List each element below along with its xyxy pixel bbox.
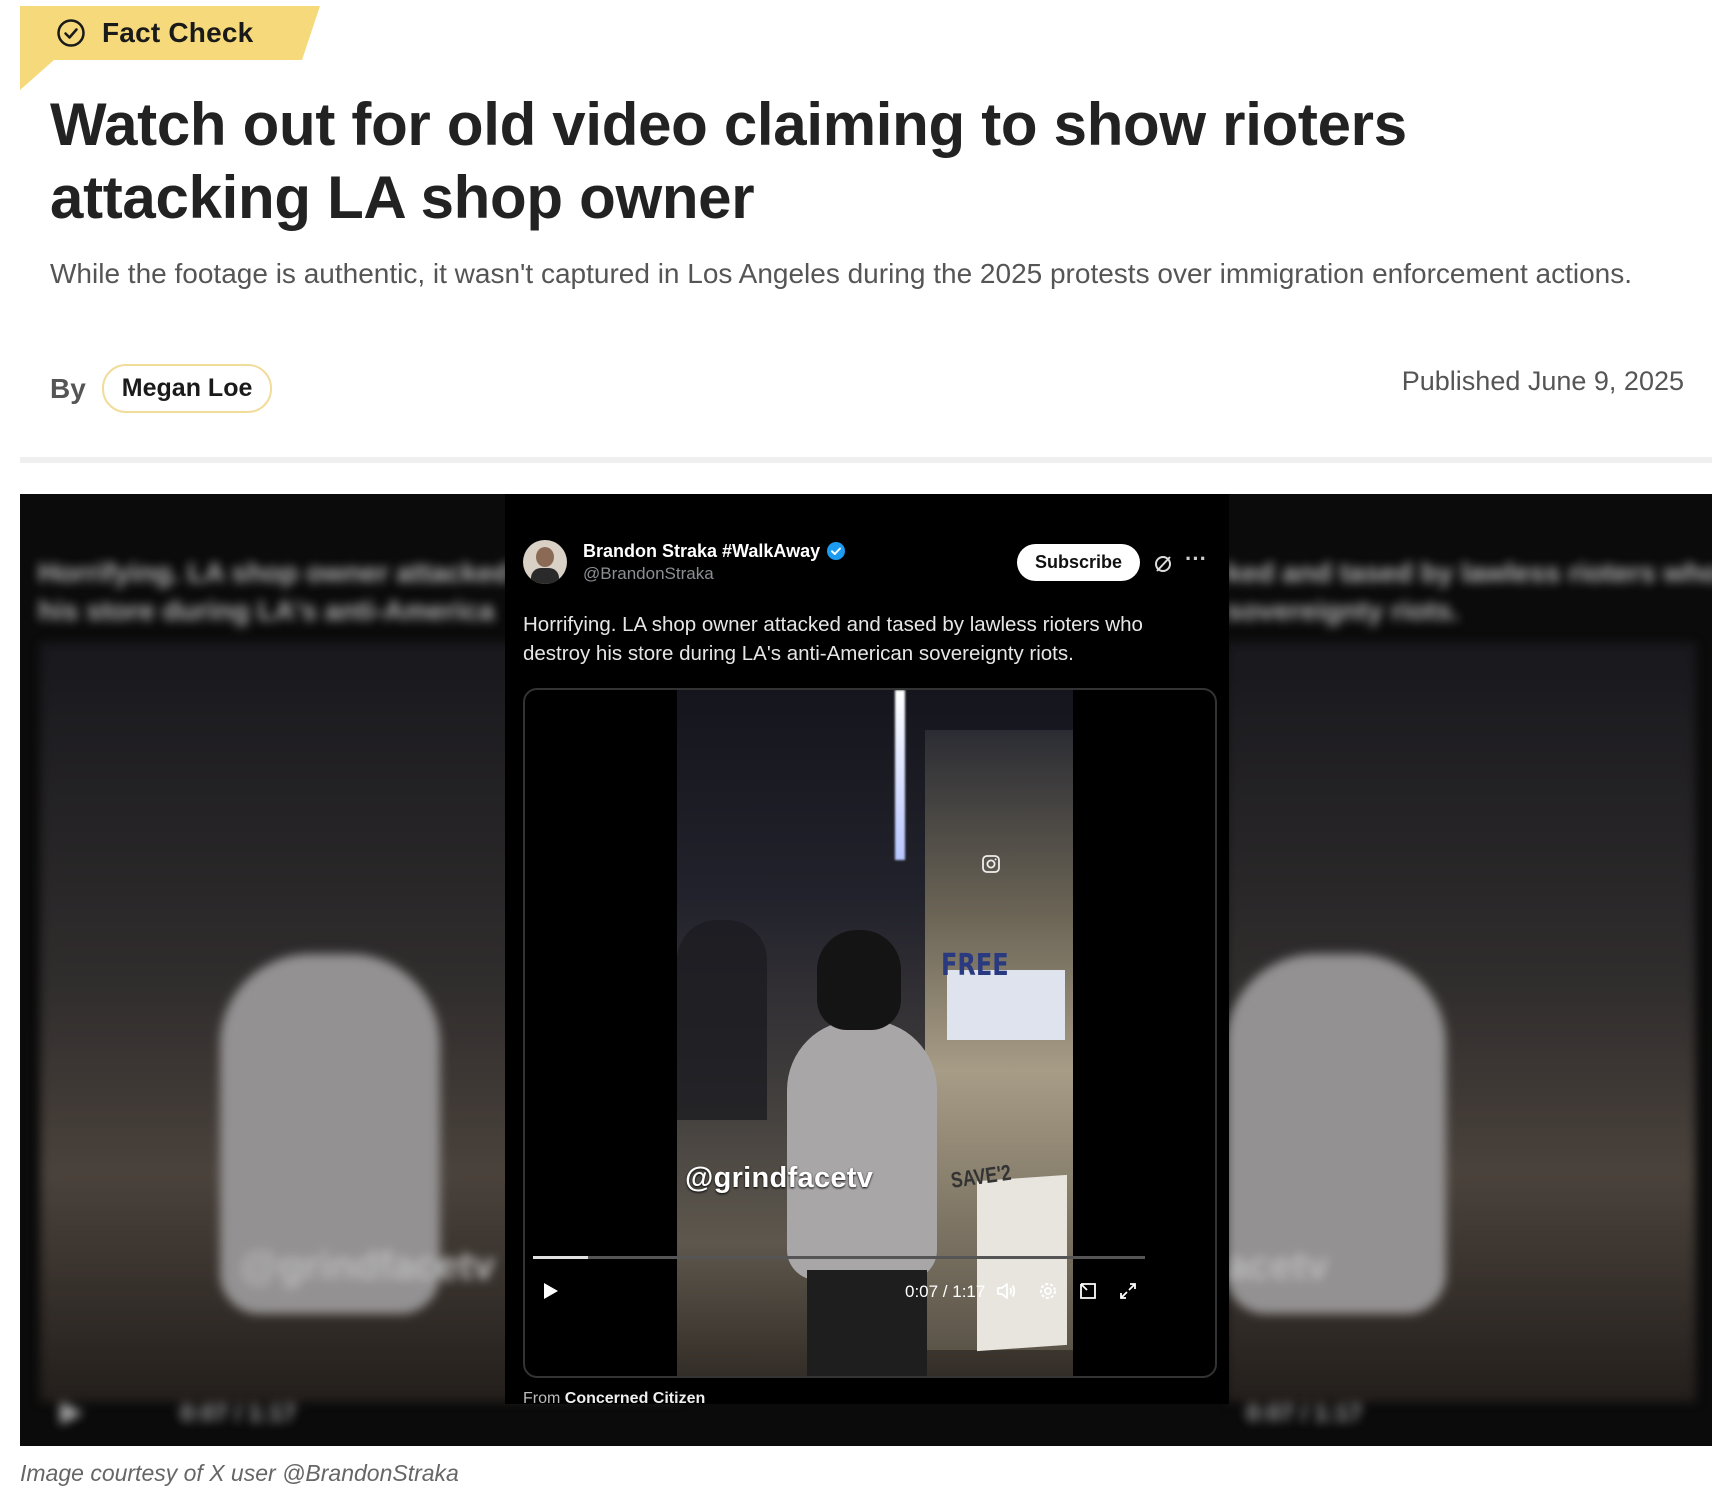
image-caption: Image courtesy of X user @BrandonStraka [20,1460,459,1486]
blurred-background-right: ked and tased by lawless rioters who I-A… [1226,494,1712,1446]
video-watermark: @grindfacetv [685,1162,874,1194]
divider [20,457,1712,463]
video-time: 0:07 / 1:17 [905,1282,986,1301]
published-date: Published June 9, 2025 [1401,366,1684,396]
article-headline: Watch out for old video claiming to show… [50,91,1407,231]
blurred-time-left: 0:07 / 1:17 [180,1400,297,1427]
article-dek: While the footage is authentic, it wasn'… [50,258,1633,289]
fullscreen-icon[interactable] [1117,1280,1139,1302]
article-image: Horrifying. LA shop owner attacked and t… [20,494,1712,1446]
from-user[interactable]: Concerned Citizen [565,1390,705,1407]
byline: By Megan Loe [50,364,273,413]
from-line: From Concerned Citizen [523,1390,705,1408]
blurred-tweet-text-right: ked and tased by lawless rioters who I-A… [1226,557,1712,626]
verified-badge-icon [827,542,846,560]
user-handle: @BrandonStraka [583,563,714,583]
user-name[interactable]: Brandon Straka #WalkAway [583,541,820,562]
badge-content: Fact Check [56,6,253,60]
badge-tail [20,60,54,90]
poster-free-text: FREE [941,948,1009,983]
fact-check-badge: Fact Check [20,6,320,90]
crowd-silhouette [677,920,767,1120]
volume-icon[interactable] [995,1280,1017,1302]
blurred-watermark-left: @grindfacetv [240,1244,495,1288]
video-progress-fill [533,1256,589,1259]
subscribe-button[interactable]: Subscribe [1017,544,1141,581]
picture-in-picture-icon[interactable] [1077,1280,1099,1302]
play-icon[interactable] [539,1280,561,1302]
by-label: By [50,372,86,404]
user-line: Brandon Straka #WalkAway [583,541,846,562]
embedded-post: Brandon Straka #WalkAway @BrandonStraka … [505,494,1229,1407]
badge-label: Fact Check [102,17,254,48]
author-link[interactable]: Megan Loe [101,364,273,413]
blurred-time-right: 0:07 / 1:17 [1246,1400,1363,1427]
instagram-icon [982,855,1000,873]
person-head [817,930,901,1030]
gear-icon[interactable] [1037,1280,1059,1302]
grok-icon[interactable] [1153,554,1173,574]
ceiling-light [895,690,905,860]
from-prefix: From [523,1390,561,1407]
blurred-background-left: Horrifying. LA shop owner attacked and t… [20,494,709,1446]
video-frame [677,690,1073,1376]
blurred-play-icon-left: ▶ [60,1395,84,1428]
check-circle-icon [57,19,85,47]
video-player[interactable]: FREE SAVE'2 @grindfacetv 0:07 / 1:17 [523,688,1217,1378]
blurred-watermark-right: acetv [1226,1244,1329,1288]
video-progress-bar[interactable] [533,1256,1145,1259]
user-block: Brandon Straka #WalkAway @BrandonStraka [583,541,846,584]
avatar[interactable] [523,540,567,584]
person-hoodie [787,1020,937,1280]
more-options-icon[interactable]: ··· [1185,546,1207,572]
post-header: Brandon Straka #WalkAway @BrandonStraka [523,540,846,584]
store-poster-save [977,1174,1067,1352]
post-text: Horrifying. LA shop owner attacked and t… [523,613,1143,665]
